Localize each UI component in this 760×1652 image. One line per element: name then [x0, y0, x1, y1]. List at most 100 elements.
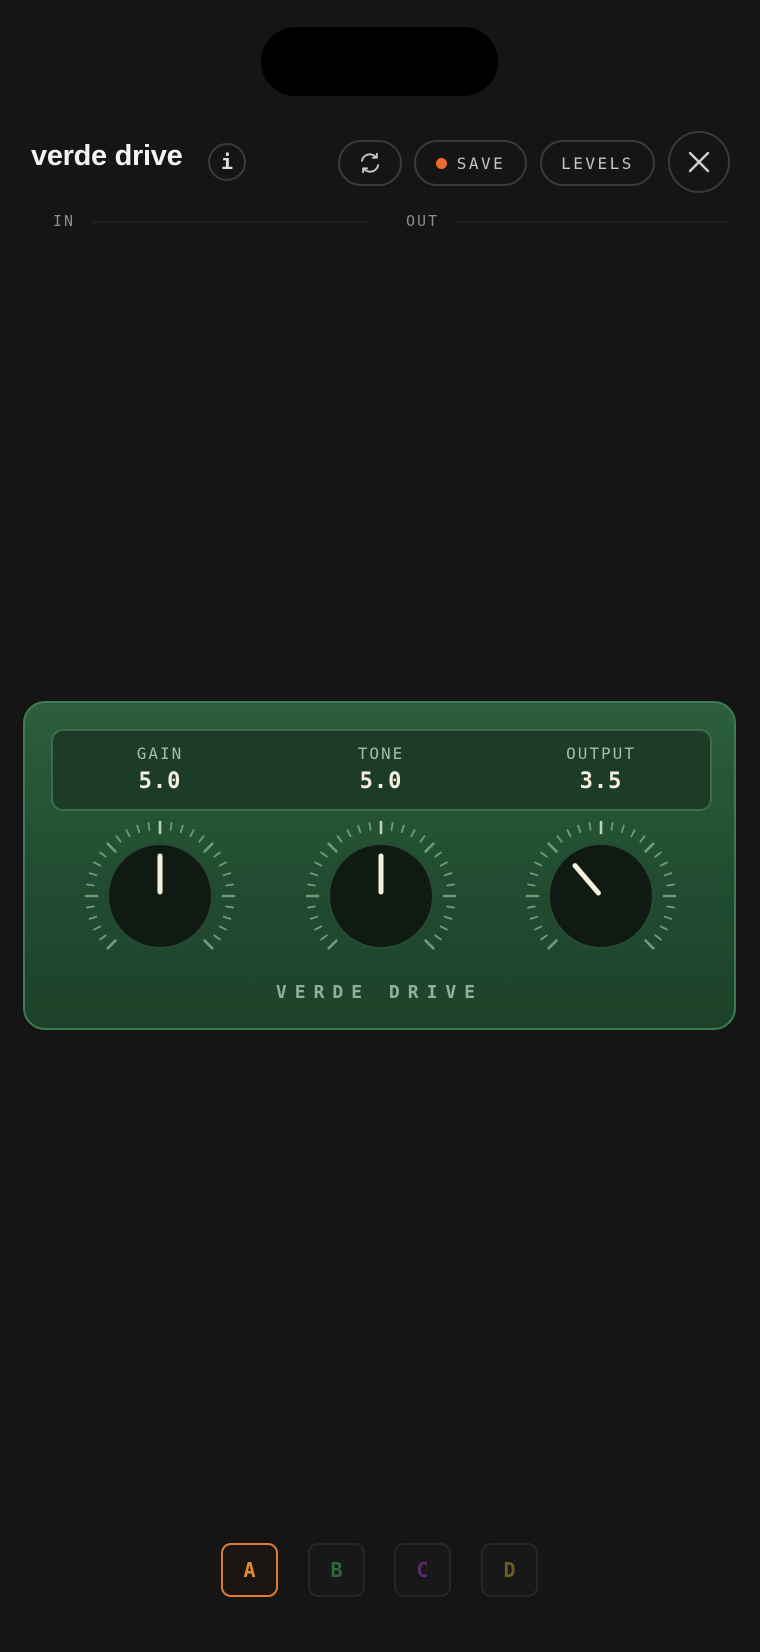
- parameter-display: GAIN 5.0 TONE 5.0 OUTPUT 3.5: [51, 729, 712, 811]
- knob-tick: [446, 905, 455, 909]
- close-icon: [688, 151, 710, 173]
- knob-tick: [659, 861, 668, 867]
- knob-tick: [527, 905, 536, 909]
- knob-tick: [147, 822, 151, 831]
- knob-tick: [620, 824, 625, 834]
- knob-tick: [547, 842, 558, 853]
- unsaved-dot-icon: [435, 157, 447, 169]
- knob-tick: [666, 905, 675, 909]
- knob-body[interactable]: [548, 843, 654, 949]
- knob-tick: [309, 872, 319, 877]
- knob-tick: [644, 939, 655, 950]
- knob-tick: [346, 829, 352, 838]
- knob-tick: [529, 872, 539, 877]
- knob-tick: [654, 934, 662, 941]
- knob-tick: [547, 939, 558, 950]
- knob-tick: [400, 824, 405, 834]
- knob-tick: [309, 915, 319, 920]
- knob-tick: [106, 842, 117, 853]
- knob-tick: [88, 872, 98, 877]
- knob-tick: [644, 842, 655, 853]
- knob-tick: [327, 842, 338, 853]
- knob-tick: [439, 925, 448, 931]
- knob-tick: [577, 824, 582, 834]
- knob-tick: [540, 851, 548, 858]
- knob-tick: [419, 835, 426, 843]
- knob-tick: [222, 915, 232, 920]
- knob-tick: [320, 934, 328, 941]
- knob-tick: [88, 915, 98, 920]
- knob-tick: [93, 861, 102, 867]
- close-button[interactable]: [668, 131, 730, 193]
- output-knob[interactable]: [525, 820, 677, 950]
- preset-title: verde drive: [31, 140, 183, 172]
- output-value: 3.5: [579, 769, 623, 794]
- knob-tick: [434, 934, 442, 941]
- gain-readout: GAIN 5.0: [85, 744, 235, 794]
- knob-tick: [86, 905, 95, 909]
- save-button[interactable]: SAVE: [414, 140, 527, 186]
- tone-value: 5.0: [359, 769, 403, 794]
- knob-tick: [198, 835, 205, 843]
- pedal-panel: GAIN 5.0 TONE 5.0 OUTPUT 3.5 VERDE DRIVE: [23, 701, 736, 1030]
- info-icon: i: [220, 150, 234, 174]
- knob-tick: [527, 883, 536, 887]
- knob-tick: [443, 915, 453, 920]
- refresh-button[interactable]: [338, 140, 402, 186]
- knob-tick: [610, 822, 614, 831]
- knob-tick: [213, 851, 221, 858]
- gain-knob[interactable]: [84, 820, 236, 950]
- knob-tick: [307, 905, 316, 909]
- gain-label: GAIN: [136, 744, 184, 763]
- knob-tick: [630, 829, 636, 838]
- knob-tick: [179, 824, 184, 834]
- knob-tick: [115, 835, 122, 843]
- knob-tick: [203, 939, 214, 950]
- gain-value: 5.0: [138, 769, 182, 794]
- knob-tick: [556, 835, 563, 843]
- knob-tick: [588, 822, 592, 831]
- pedal-name: VERDE DRIVE: [275, 982, 484, 1003]
- knob-tick: [666, 883, 675, 887]
- knob-tick: [529, 915, 539, 920]
- knob-tick: [222, 872, 232, 877]
- knob-tick: [189, 829, 195, 838]
- knob-tick: [218, 925, 227, 931]
- knob-row: [84, 820, 677, 950]
- info-button[interactable]: i: [208, 143, 246, 181]
- knob-tick: [534, 861, 543, 867]
- knob-tick: [534, 925, 543, 931]
- preset-slot-b[interactable]: B: [308, 1543, 365, 1597]
- preset-slot-d[interactable]: D: [481, 1543, 538, 1597]
- knob-tick: [169, 822, 173, 831]
- knob-tick: [663, 915, 673, 920]
- knob-tick: [446, 883, 455, 887]
- camera-notch: [261, 27, 498, 96]
- knob-tick: [434, 851, 442, 858]
- knob-tick: [424, 842, 435, 853]
- output-meter-label: OUT: [406, 212, 440, 230]
- knob-tick: [99, 851, 107, 858]
- output-readout: OUTPUT 3.5: [526, 744, 676, 794]
- knob-tick: [106, 939, 117, 950]
- input-meter-label: IN: [53, 212, 76, 230]
- levels-button[interactable]: LEVELS: [540, 140, 655, 186]
- knob-tick: [540, 934, 548, 941]
- knob-tick: [639, 835, 646, 843]
- knob-tick: [99, 934, 107, 941]
- knob-tick: [566, 829, 572, 838]
- tone-knob[interactable]: [305, 820, 457, 950]
- knob-tick: [443, 872, 453, 877]
- preset-slot-a[interactable]: A: [221, 1543, 278, 1597]
- preset-slot-c[interactable]: C: [394, 1543, 451, 1597]
- knob-tick: [93, 925, 102, 931]
- output-meter: [454, 221, 730, 223]
- knob-tick: [136, 824, 141, 834]
- knob-tick: [327, 939, 338, 950]
- knob-tick: [307, 883, 316, 887]
- knob-tick: [314, 925, 323, 931]
- knob-tick: [659, 925, 668, 931]
- input-meter: [92, 221, 367, 223]
- knob-tick: [336, 835, 343, 843]
- refresh-icon: [360, 152, 380, 174]
